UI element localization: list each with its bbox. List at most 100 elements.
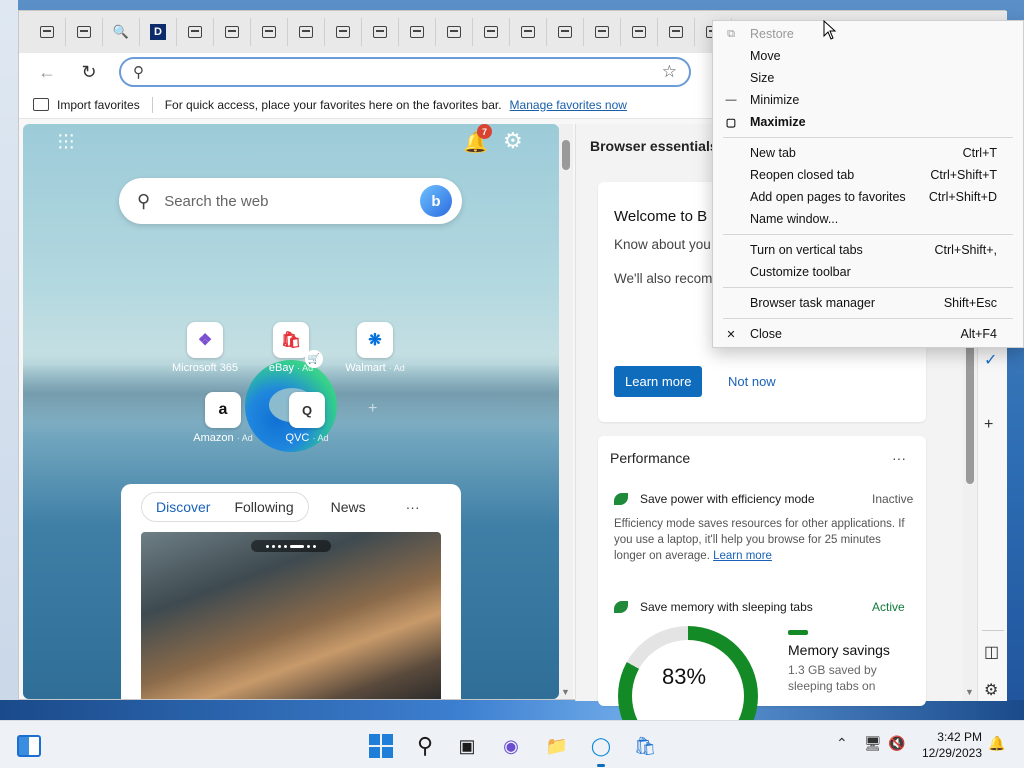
tab-1[interactable] xyxy=(66,18,103,46)
tab-11[interactable] xyxy=(436,18,473,46)
menu-item-add-pages-to-favorites[interactable]: Add open pages to favorites Ctrl+Shift+D xyxy=(713,186,1023,208)
page-icon xyxy=(595,26,609,38)
performance-more-button[interactable]: ··· xyxy=(892,450,906,466)
tab-14[interactable] xyxy=(547,18,584,46)
menu-item-label: Size xyxy=(750,71,775,85)
menu-item-label: Minimize xyxy=(750,93,800,107)
page-icon xyxy=(447,26,461,38)
folder-icon: 📁 xyxy=(545,735,569,756)
manage-favorites-link[interactable]: Manage favorites now xyxy=(510,98,627,112)
cart-icon: 🛒 xyxy=(305,350,323,368)
quick-link-walmart[interactable]: ❋ Walmart · Ad xyxy=(335,322,415,374)
system-clock[interactable]: 3:42 PM 12/29/2023 xyxy=(922,729,982,761)
widgets-button[interactable] xyxy=(16,733,42,759)
learn-more-button[interactable]: Learn more xyxy=(614,366,703,397)
menu-item-reopen-closed-tab[interactable]: Reopen closed tab Ctrl+Shift+T xyxy=(713,164,1023,186)
quick-link-microsoft365[interactable]: ❖ Microsoft 365 xyxy=(165,322,245,374)
efficiency-description: Efficiency mode saves resources for othe… xyxy=(614,516,910,564)
show-hidden-icons-button[interactable]: ⌃ xyxy=(836,735,848,752)
quick-link-amazon[interactable]: a Amazon · Ad xyxy=(183,392,263,444)
menu-item-minimize[interactable]: — Minimize xyxy=(713,89,1023,111)
refresh-button[interactable]: ↻ xyxy=(71,56,107,88)
tab-following[interactable]: Following xyxy=(222,499,305,515)
menu-item-customize-toolbar[interactable]: Customize toolbar xyxy=(713,261,1023,283)
app-launcher-icon[interactable]: ··· ··· ··· xyxy=(57,125,77,157)
teams-chat-button[interactable]: ◉ xyxy=(498,733,524,759)
scroll-down-icon[interactable]: ▼ xyxy=(561,687,570,697)
menu-item-size[interactable]: Size xyxy=(713,67,1023,89)
tab-12[interactable] xyxy=(473,18,510,46)
store-button[interactable]: 🛍 xyxy=(632,733,658,759)
network-icon[interactable]: 🖥 xyxy=(864,735,882,752)
dictionary-icon: D xyxy=(150,24,166,40)
address-bar[interactable]: ⚲ ☆ xyxy=(119,57,691,87)
tab-15[interactable] xyxy=(584,18,621,46)
edge-icon: ◯ xyxy=(590,735,612,756)
tab-actions-button[interactable] xyxy=(29,18,66,46)
new-tab-page: ··· ··· ··· 🔔 7 ⚙ ⚲ Search the web b + ❖ M… xyxy=(23,124,559,699)
efficiency-mode-row[interactable]: Save power with efficiency mode Inactive xyxy=(614,492,913,506)
feed-more-button[interactable]: ··· xyxy=(406,499,420,515)
menu-item-move[interactable]: Move xyxy=(713,45,1023,67)
tab-4[interactable] xyxy=(177,18,214,46)
menu-item-task-manager[interactable]: Browser task manager Shift+Esc xyxy=(713,292,1023,314)
search-button[interactable]: ⚲ xyxy=(412,733,438,759)
edge-taskbar-button[interactable]: ◯ xyxy=(588,733,614,767)
tab-17[interactable] xyxy=(658,18,695,46)
walmart-spark-icon: ❋ xyxy=(357,322,393,358)
menu-item-label: Move xyxy=(750,49,781,63)
menu-item-label: Customize toolbar xyxy=(750,265,851,279)
menu-item-name-window[interactable]: Name window... xyxy=(713,208,1023,230)
ntp-scrollbar[interactable]: ▼ xyxy=(559,124,573,699)
scrollbar-thumb[interactable] xyxy=(966,324,974,484)
tab-news[interactable]: News xyxy=(319,499,378,515)
hide-sidebar-icon[interactable]: ◫ xyxy=(984,642,999,662)
tab-8[interactable] xyxy=(325,18,362,46)
not-now-button[interactable]: Not now xyxy=(728,374,776,389)
sidebar-settings-gear-icon[interactable]: ⚙ xyxy=(984,680,998,700)
back-button[interactable]: ← xyxy=(29,56,65,88)
tab-2[interactable]: 🔍 xyxy=(103,18,140,46)
efficiency-learn-more-link[interactable]: Learn more xyxy=(713,550,772,562)
file-explorer-button[interactable]: 📁 xyxy=(544,733,570,759)
favorite-star-icon[interactable]: ☆ xyxy=(662,62,677,82)
tab-discover[interactable]: Discover xyxy=(144,499,222,515)
tab-13[interactable] xyxy=(510,18,547,46)
sleeping-tabs-row[interactable]: Save memory with sleeping tabs Active xyxy=(614,600,905,614)
scroll-down-icon[interactable]: ▼ xyxy=(965,687,974,697)
menu-item-close[interactable]: ✕ Close Alt+F4 xyxy=(713,323,1023,345)
tab-5[interactable] xyxy=(214,18,251,46)
sleeping-label: Save memory with sleeping tabs xyxy=(640,600,813,614)
page-icon xyxy=(558,26,572,38)
chevron-up-icon: ⌃ xyxy=(836,735,848,751)
volume-muted-icon[interactable]: 🔇 xyxy=(888,735,905,752)
menu-item-maximize[interactable]: ▢ Maximize xyxy=(713,111,1023,133)
tab-9[interactable] xyxy=(362,18,399,46)
menu-item-vertical-tabs[interactable]: Turn on vertical tabs Ctrl+Shift+, xyxy=(713,239,1023,261)
outlook-icon[interactable]: ✓ xyxy=(984,350,997,370)
feed-hero-image[interactable] xyxy=(141,532,441,699)
start-button[interactable] xyxy=(368,733,394,759)
menu-item-restore[interactable]: ⧉ Restore xyxy=(713,23,1023,45)
quick-link-qvc[interactable]: Q QVC · Ad xyxy=(267,392,347,444)
ntp-search-box[interactable]: ⚲ Search the web b xyxy=(119,178,462,224)
bing-chat-icon[interactable]: b xyxy=(420,185,452,217)
tile-label: QVC xyxy=(285,432,310,444)
add-shortcut-icon[interactable]: + xyxy=(368,400,377,418)
add-sidebar-app-icon[interactable]: + xyxy=(984,416,993,434)
import-favorites-button[interactable]: Import favorites xyxy=(57,98,140,112)
window-context-menu: ⧉ Restore Move Size — Minimize ▢ Maximize N… xyxy=(712,20,1024,348)
menu-item-new-tab[interactable]: New tab Ctrl+T xyxy=(713,142,1023,164)
menu-item-shortcut: Ctrl+Shift+T xyxy=(930,168,997,182)
tab-6[interactable] xyxy=(251,18,288,46)
tab-16[interactable] xyxy=(621,18,658,46)
tab-7[interactable] xyxy=(288,18,325,46)
notification-center-icon[interactable]: 🔔 xyxy=(988,735,1005,752)
tab-10[interactable] xyxy=(399,18,436,46)
page-icon xyxy=(336,26,350,38)
scrollbar-thumb[interactable] xyxy=(562,140,570,170)
task-view-button[interactable]: ▣ xyxy=(454,733,480,759)
tab-3[interactable]: D xyxy=(140,18,177,46)
address-input[interactable] xyxy=(154,64,662,80)
gear-icon[interactable]: ⚙ xyxy=(503,128,523,154)
